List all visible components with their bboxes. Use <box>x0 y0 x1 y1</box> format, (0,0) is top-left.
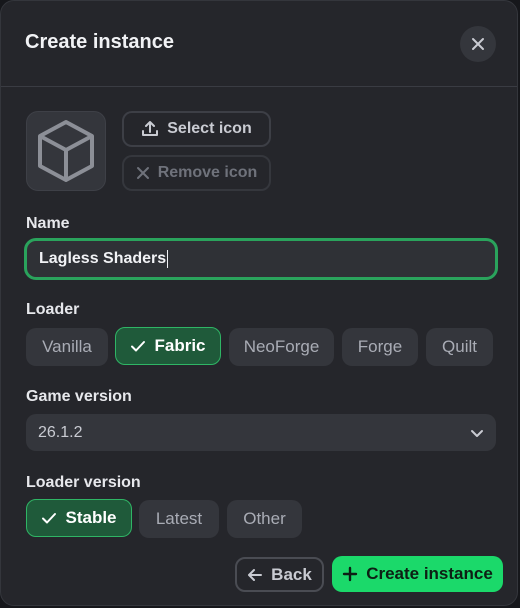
back-label: Back <box>271 564 312 584</box>
loader-version-stable[interactable]: Stable <box>26 499 132 537</box>
loader-option-label: Forge <box>357 337 403 356</box>
loader-option-quilt[interactable]: Quilt <box>426 328 493 366</box>
loader-option-label: Quilt <box>442 337 477 356</box>
remove-icon-label: Remove icon <box>157 164 258 181</box>
back-button[interactable]: Back <box>235 557 324 592</box>
name-input-value: Lagless Shaders <box>39 250 167 267</box>
create-instance-label: Create instance <box>366 564 493 583</box>
create-instance-button[interactable]: Create instance <box>332 556 503 592</box>
select-icon-button[interactable]: Select icon <box>122 111 271 147</box>
loader-option-fabric[interactable]: Fabric <box>115 327 221 365</box>
loader-label: Loader <box>26 301 80 318</box>
arrow-left-icon <box>247 567 263 583</box>
dialog-title: Create instance <box>25 31 174 53</box>
plus-icon <box>342 566 358 582</box>
game-version-value: 26.1.2 <box>38 423 83 441</box>
close-button[interactable] <box>460 26 496 62</box>
loader-option-forge[interactable]: Forge <box>342 328 418 366</box>
cube-icon <box>36 118 96 184</box>
check-icon <box>41 510 57 526</box>
text-caret <box>167 250 169 268</box>
name-label: Name <box>26 215 70 232</box>
game-version-label: Game version <box>26 388 132 405</box>
x-icon <box>136 166 150 180</box>
loader-version-other[interactable]: Other <box>227 500 302 538</box>
select-icon-label: Select icon <box>167 120 252 137</box>
create-instance-dialog: Create instance Select icon Remove icon … <box>0 0 518 606</box>
chevron-down-icon <box>470 426 484 440</box>
upload-icon <box>141 120 159 138</box>
check-icon <box>130 338 146 354</box>
loader-option-vanilla[interactable]: Vanilla <box>26 328 108 366</box>
dialog-header: Create instance <box>1 1 517 87</box>
instance-icon-preview <box>26 111 106 191</box>
loader-version-label-text: Stable <box>65 508 117 527</box>
game-version-select[interactable]: 26.1.2 <box>26 414 496 451</box>
loader-option-neoforge[interactable]: NeoForge <box>229 328 334 366</box>
loader-version-label-text: Latest <box>155 509 203 528</box>
loader-version-label: Loader version <box>26 474 141 491</box>
name-input[interactable]: Lagless Shaders <box>24 238 498 280</box>
loader-option-label: Vanilla <box>42 337 92 356</box>
close-icon <box>470 36 486 52</box>
loader-version-latest[interactable]: Latest <box>139 500 219 538</box>
loader-version-label-text: Other <box>243 509 286 528</box>
loader-option-label: NeoForge <box>243 337 320 356</box>
remove-icon-button[interactable]: Remove icon <box>122 155 271 191</box>
loader-option-label: Fabric <box>154 336 206 355</box>
